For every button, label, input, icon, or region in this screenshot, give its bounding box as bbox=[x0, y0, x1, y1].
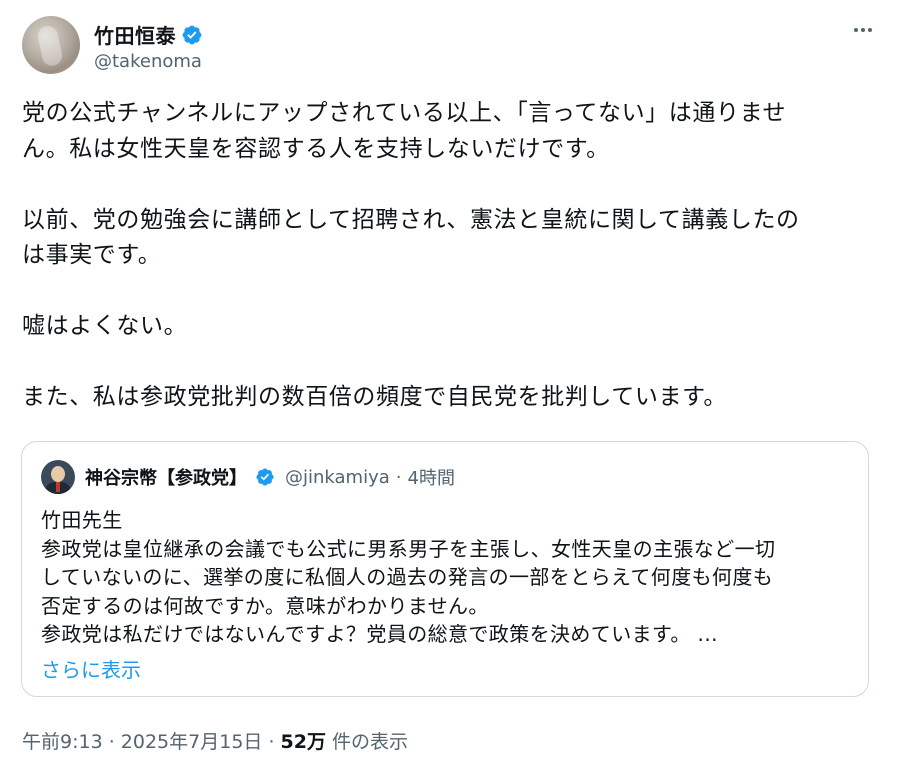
more-dot bbox=[854, 28, 858, 32]
quoted-tweet-header: 神谷宗幣【参政党】 @jinkamiya · 4時間 bbox=[41, 460, 455, 494]
separator-dot: · bbox=[395, 466, 402, 488]
tweet-text: 党の公式チャンネルにアップされている以上、「言ってない」は通りませ ん。私は女性… bbox=[22, 96, 872, 416]
tweet-meta: 午前9:13 · 2025年7月15日 · 52万 件の表示 bbox=[22, 727, 408, 754]
tweet-line: は事実です。 bbox=[22, 242, 162, 268]
tweet-timestamp[interactable]: 午前9:13 · 2025年7月15日 · bbox=[22, 731, 281, 753]
views-count: 52万 bbox=[280, 731, 326, 753]
quoted-author-avatar bbox=[41, 460, 75, 494]
more-horizontal-icon[interactable] bbox=[848, 20, 878, 40]
more-dot bbox=[868, 28, 872, 32]
author-name[interactable]: 竹田恒泰 bbox=[94, 20, 176, 49]
verified-badge-icon[interactable] bbox=[181, 24, 203, 46]
quoted-author-handle: @jinkamiya bbox=[285, 466, 390, 488]
tweet-header: 竹田恒泰 @takenoma bbox=[22, 14, 888, 78]
tweet-line: 党の公式チャンネルにアップされている以上、「言ってない」は通りませ bbox=[22, 100, 787, 126]
author-handle[interactable]: @takenoma bbox=[94, 51, 202, 72]
author-name-row: 竹田恒泰 bbox=[94, 20, 203, 49]
show-more-link[interactable]: さらに表示 bbox=[41, 654, 141, 683]
quoted-tweet-text: 竹田先生 参政党は皇位継承の会議でも公式に男系男子を主張し、女性天皇の主張など一… bbox=[41, 506, 861, 649]
quoted-line: 竹田先生 bbox=[41, 508, 123, 532]
quoted-line: していないのに、選挙の度に私個人の過去の発言の一部をとらえて何度も何度も bbox=[41, 565, 774, 589]
quoted-line: 否定するのは何故ですか。意味がわかりません。 bbox=[41, 593, 489, 618]
tweet-line: また、私は参政党批判の数百倍の頻度で自民党を批判しています。 bbox=[22, 384, 728, 410]
avatar-tie bbox=[56, 482, 60, 492]
tweet-line: ん。私は女性天皇を容認する人を支持しないだけです。 bbox=[22, 135, 610, 162]
quoted-tweet-time: 4時間 bbox=[407, 468, 455, 489]
verified-badge-icon bbox=[256, 468, 274, 486]
quoted-line: 参政党は皇位継承の会議でも公式に男系男子を主張し、女性天皇の主張など一切 bbox=[41, 536, 776, 561]
views-label: 件の表示 bbox=[325, 731, 409, 753]
quoted-line: 参政党は私だけではないんですよ？党員の総意で政策を決めています。 ... bbox=[41, 622, 718, 646]
tweet-line: 嘘はよくない。 bbox=[22, 313, 188, 339]
quoted-author-name: 神谷宗幣【参政党】 bbox=[85, 468, 247, 489]
quoted-tweet[interactable]: 神谷宗幣【参政党】 @jinkamiya · 4時間 竹田先生 参政党は皇位継承… bbox=[21, 441, 869, 697]
avatar-face bbox=[51, 466, 65, 482]
tweet-line: 以前、党の勉強会に講師として招聘され、憲法と皇統に関して講義したの bbox=[22, 206, 800, 233]
author-avatar[interactable] bbox=[22, 16, 80, 74]
more-dot bbox=[861, 28, 865, 32]
